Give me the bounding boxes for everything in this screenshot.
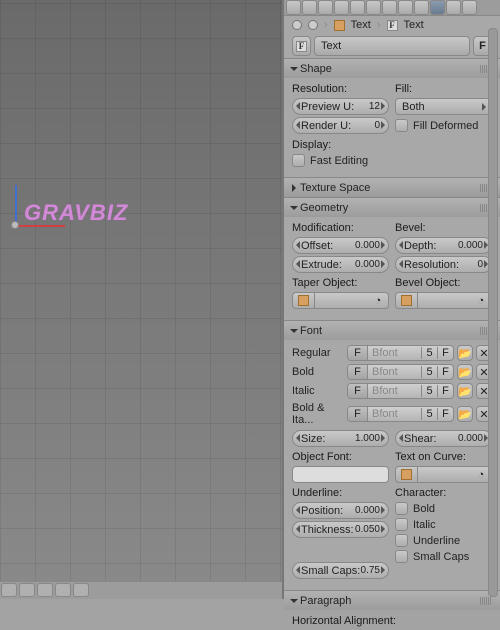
char-italic-check[interactable]: Italic bbox=[395, 518, 492, 531]
tab-extra-icon[interactable] bbox=[462, 0, 477, 15]
viewport-header[interactable] bbox=[0, 581, 282, 599]
panel-scrollbar[interactable] bbox=[488, 28, 498, 597]
tab-data-icon[interactable] bbox=[430, 0, 445, 15]
char-bold-check[interactable]: Bold bbox=[395, 502, 492, 515]
font-data-icon[interactable]: F bbox=[292, 36, 311, 56]
tab-constraints-icon[interactable] bbox=[350, 0, 365, 15]
section-header-geometry[interactable]: Geometry bbox=[284, 198, 500, 217]
text-on-curve-field[interactable]: ◔ bbox=[395, 466, 492, 483]
tab-material-icon[interactable] bbox=[382, 0, 397, 15]
taper-label: Taper Object: bbox=[292, 277, 389, 289]
char-underline-check[interactable]: Underline bbox=[395, 534, 492, 547]
open-font-button[interactable]: 📂 bbox=[457, 364, 473, 380]
display-label: Display: bbox=[292, 139, 492, 151]
section-header-paragraph[interactable]: Paragraph bbox=[284, 591, 500, 610]
preview-u-field[interactable]: Preview U:12 bbox=[292, 98, 389, 115]
floor-grid bbox=[0, 0, 282, 599]
tab-texture-icon[interactable] bbox=[398, 0, 413, 15]
halign-label: Horizontal Alignment: bbox=[292, 615, 492, 627]
breadcrumb-object[interactable]: Text bbox=[351, 19, 371, 31]
text-data-icon: F bbox=[387, 20, 398, 31]
section-header-texture-space[interactable]: Texture Space bbox=[284, 178, 500, 197]
depth-field[interactable]: Depth:0.000 bbox=[395, 237, 492, 254]
fast-editing-check[interactable]: Fast Editing bbox=[292, 154, 492, 167]
bevel-label: Bevel: bbox=[395, 222, 492, 234]
offset-field[interactable]: Offset:0.000 bbox=[292, 237, 389, 254]
resolution-label: Resolution: bbox=[292, 83, 389, 95]
tab-physics-icon[interactable] bbox=[446, 0, 461, 15]
font-icon: F bbox=[348, 407, 368, 421]
object-font-field[interactable] bbox=[292, 466, 389, 483]
font-size-field[interactable]: Size:1.000 bbox=[292, 430, 389, 447]
fill-label: Fill: bbox=[395, 83, 492, 95]
render-u-field[interactable]: Render U:0 bbox=[292, 117, 389, 134]
properties-panel: › Text › F Text F F Shape Resolution: Pr… bbox=[282, 0, 500, 599]
open-font-button[interactable]: 📂 bbox=[457, 406, 473, 422]
eyedropper-icon: ◔ bbox=[368, 295, 388, 307]
modification-label: Modification: bbox=[292, 222, 389, 234]
open-font-button[interactable]: 📂 bbox=[457, 345, 473, 361]
bevel-object-field[interactable]: ◔ bbox=[395, 292, 492, 309]
font-regular-field[interactable]: FBfont5F bbox=[347, 345, 454, 361]
open-font-button[interactable]: 📂 bbox=[457, 383, 473, 399]
tab-world-icon[interactable] bbox=[318, 0, 333, 15]
datablock-name-row: F F bbox=[284, 34, 500, 58]
font-icon: F bbox=[348, 365, 368, 379]
small-caps-scale-field[interactable]: Small Caps:0.75 bbox=[292, 562, 389, 579]
tab-object-icon[interactable] bbox=[334, 0, 349, 15]
font-bold-field[interactable]: FBfont5F bbox=[347, 364, 454, 380]
object-icon bbox=[334, 20, 345, 31]
datablock-name-input[interactable] bbox=[314, 36, 470, 56]
breadcrumb: › Text › F Text bbox=[284, 16, 500, 34]
underline-thickness-field[interactable]: Thickness:0.050 bbox=[292, 521, 389, 538]
font-shear-field[interactable]: Shear:0.000 bbox=[395, 430, 492, 447]
taper-object-field[interactable]: ◔ bbox=[292, 292, 389, 309]
section-header-shape[interactable]: Shape bbox=[284, 59, 500, 78]
tab-modifiers-icon[interactable] bbox=[366, 0, 381, 15]
breadcrumb-data[interactable]: Text bbox=[404, 19, 424, 31]
properties-tabs bbox=[284, 0, 500, 16]
underline-position-field[interactable]: Position:0.000 bbox=[292, 502, 389, 519]
pin-icon[interactable] bbox=[308, 20, 318, 30]
bevelobj-label: Bevel Object: bbox=[395, 277, 492, 289]
pin-icon[interactable] bbox=[292, 20, 302, 30]
fill-mode-select[interactable]: Both bbox=[395, 98, 492, 115]
extrude-field[interactable]: Extrude:0.000 bbox=[292, 256, 389, 273]
tab-render-icon[interactable] bbox=[286, 0, 301, 15]
font-bolditalic-field[interactable]: FBfont5F bbox=[347, 406, 454, 422]
font-italic-field[interactable]: FBfont5F bbox=[347, 383, 454, 399]
font-icon: F bbox=[348, 384, 368, 398]
font-icon: F bbox=[348, 346, 368, 360]
bevel-resolution-field[interactable]: Resolution:0 bbox=[395, 256, 492, 273]
char-smallcaps-check[interactable]: Small Caps bbox=[395, 550, 492, 563]
fill-deformed-check[interactable]: Fill Deformed bbox=[395, 119, 492, 132]
text-object[interactable]: GRAVBIZ bbox=[24, 200, 128, 226]
tab-particles-icon[interactable] bbox=[414, 0, 429, 15]
3d-viewport[interactable]: GRAVBIZ bbox=[0, 0, 282, 599]
section-header-font[interactable]: Font bbox=[284, 321, 500, 340]
tab-scene-icon[interactable] bbox=[302, 0, 317, 15]
